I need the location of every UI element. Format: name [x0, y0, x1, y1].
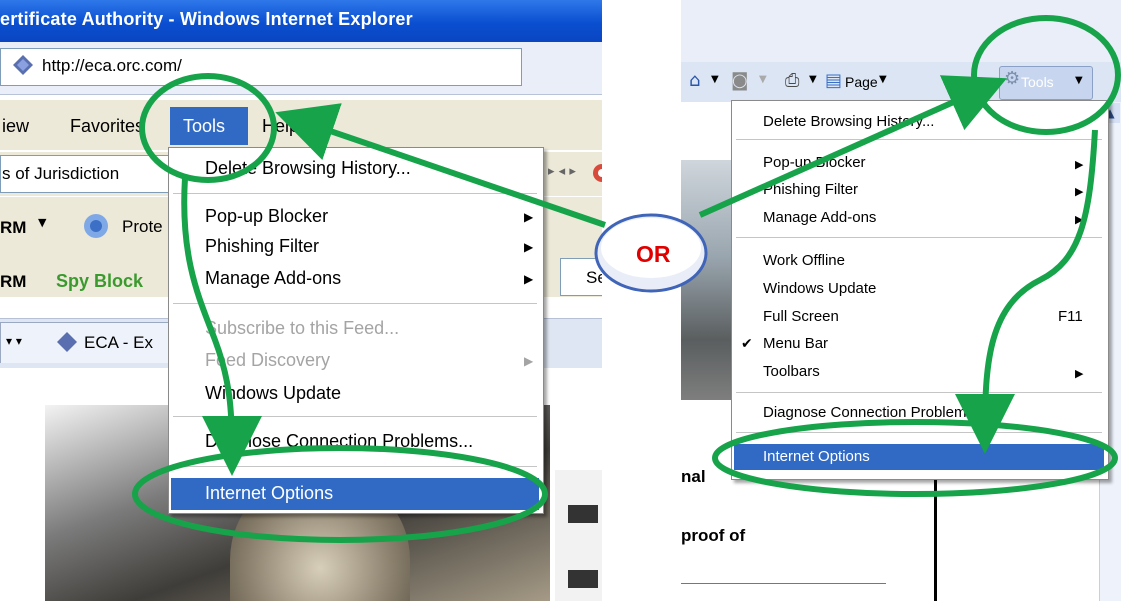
menu-item-internet-options[interactable]: Internet Options [763, 448, 870, 465]
menu-item-windows-update[interactable]: Windows Update [205, 383, 341, 404]
menu-favorites[interactable]: Favorites [70, 116, 144, 137]
page-text-line: nal [681, 467, 706, 486]
page-menu-label[interactable]: Page [845, 74, 878, 90]
gear-icon: ⚙ [1004, 68, 1021, 89]
menu-view[interactable]: iew [2, 116, 29, 137]
tab-label[interactable]: ECA - Ex [84, 333, 153, 353]
protect-label[interactable]: Prote [122, 217, 163, 237]
side-block [568, 570, 598, 588]
dropdown-icon[interactable]: ▼ [1075, 75, 1083, 86]
menu-item-toolbars[interactable]: Toolbars [763, 363, 820, 380]
spy-blocker-label[interactable]: Spy Block [56, 271, 143, 292]
jurisdiction-text: s of Jurisdiction [2, 164, 120, 183]
menu-separator [173, 303, 537, 304]
building-photo [681, 160, 736, 400]
menu-separator [173, 416, 537, 417]
menu-item-phishing-filter[interactable]: Phishing Filter [763, 181, 858, 198]
right-screenshot: ⌂ ▼ ◙ ▼ ⎙ ▼ ▤ Page ▼ ⚙ Tools ▼ nal proof… [681, 0, 1121, 601]
tab-strip [681, 0, 1121, 62]
menu-separator [736, 432, 1102, 433]
page-icon[interactable]: ▤ [825, 70, 842, 91]
menu-separator [173, 193, 537, 194]
menu-tools[interactable]: Tools [183, 116, 225, 137]
menu-item-work-offline[interactable]: Work Offline [763, 252, 845, 269]
tools-button-label[interactable]: Tools [1021, 74, 1054, 90]
menu-item-phishing-filter[interactable]: Phishing Filter [205, 236, 319, 257]
site-globe-icon [13, 55, 33, 75]
page-text-line: proof of [681, 526, 746, 545]
side-block [568, 505, 598, 523]
tools-menu-right: Delete Browsing History... Pop-up Blocke… [731, 100, 1109, 480]
window-title: ertificate Authority - Windows Internet … [0, 9, 413, 29]
menu-help[interactable]: Help [262, 116, 299, 137]
menu-item-internet-options[interactable]: Internet Options [205, 483, 333, 504]
feeds-icon[interactable]: ◙ [731, 70, 748, 91]
menu-item-manage-addons[interactable]: Manage Add-ons [205, 268, 341, 289]
tab-globe-icon [57, 332, 77, 352]
menu-item-popup-blocker[interactable]: Pop-up Blocker [205, 206, 328, 227]
menu-item-windows-update[interactable]: Windows Update [763, 280, 876, 297]
submenu-arrow-icon: ▶ [524, 210, 534, 224]
menu-separator [736, 237, 1102, 238]
menu-separator [173, 466, 537, 467]
or-label: OR [636, 241, 671, 267]
menu-item-feed-discovery: Feed Discovery [205, 350, 331, 370]
menu-item-delete-history[interactable]: Delete Browsing History... [763, 113, 934, 130]
dropdown-icon[interactable]: ▼ [759, 74, 767, 85]
submenu-arrow-icon: ▶ [524, 240, 534, 254]
toolbar-brand-2: RM [0, 272, 27, 291]
menu-item-popup-blocker[interactable]: Pop-up Blocker [763, 154, 866, 171]
shortcut-f11: F11 [1058, 308, 1083, 325]
menu-item-diagnose[interactable]: Diagnose Connection Problems... [763, 404, 986, 421]
ie-title-bar: ertificate Authority - Windows Internet … [0, 0, 602, 42]
menu-item-subscribe-feed: Subscribe to this Feed... [205, 318, 400, 338]
submenu-arrow-icon: ▶ [1075, 158, 1084, 171]
protect-icon[interactable] [82, 212, 110, 240]
dropdown-icon[interactable]: ▼ [879, 74, 887, 85]
menu-item-delete-history[interactable]: Delete Browsing History... [205, 158, 411, 179]
browser-icon [593, 164, 602, 182]
submenu-arrow-icon: ▶ [1075, 185, 1084, 198]
dropdown-icon[interactable]: ▼ [38, 216, 46, 229]
menu-item-menu-bar[interactable]: Menu Bar [763, 335, 828, 352]
menu-item-full-screen[interactable]: Full Screen [763, 308, 839, 325]
home-icon[interactable]: ⌂ [689, 70, 700, 91]
menu-item-diagnose[interactable]: Diagnose Connection Problems... [205, 431, 473, 452]
dropdown-icon[interactable]: ▼ [711, 74, 719, 85]
divider-line [681, 583, 886, 584]
submenu-arrow-icon: ▶ [1075, 213, 1084, 226]
left-screenshot: ertificate Authority - Windows Internet … [0, 0, 602, 601]
search-hint: Se [586, 268, 602, 287]
submenu-arrow-icon: ▶ [524, 272, 534, 286]
address-text: http://eca.orc.com/ [42, 56, 182, 75]
tab-list-icon[interactable]: ▾ ▾ [6, 334, 22, 348]
menu-item-manage-addons[interactable]: Manage Add-ons [763, 209, 876, 226]
print-icon[interactable]: ⎙ [785, 70, 799, 91]
toolbar-brand: RM [0, 218, 27, 237]
tools-menu-left: Delete Browsing History... Pop-up Blocke… [168, 147, 544, 514]
menu-separator [736, 392, 1102, 393]
nav-arrows-icon[interactable]: ▸ ◂ ▸ [548, 164, 576, 179]
checkmark-icon: ✔ [741, 336, 753, 352]
submenu-arrow-icon: ▶ [524, 354, 534, 368]
menu-separator [736, 139, 1102, 140]
dropdown-icon[interactable]: ▼ [809, 74, 817, 85]
submenu-arrow-icon: ▶ [1075, 367, 1084, 380]
